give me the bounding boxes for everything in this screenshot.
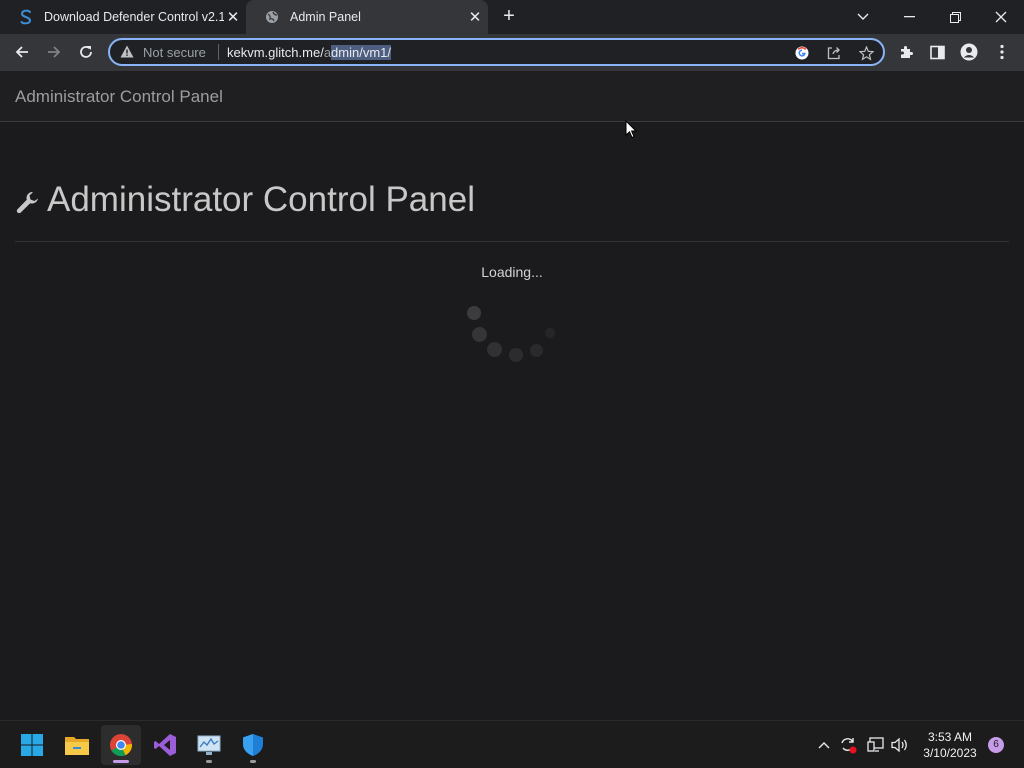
back-button[interactable] — [9, 39, 35, 65]
profile-avatar-icon[interactable] — [956, 39, 982, 65]
sync-alert-icon[interactable] — [838, 735, 858, 755]
minimize-button[interactable] — [886, 0, 932, 34]
forward-button[interactable] — [41, 39, 67, 65]
spinner-dot — [530, 344, 543, 357]
mouse-cursor-icon — [625, 119, 638, 144]
spinner-dot — [467, 306, 481, 320]
visual-studio-icon[interactable] — [145, 725, 185, 765]
active-app-indicator — [113, 760, 129, 763]
not-secure-label[interactable]: Not secure — [143, 45, 206, 60]
clock-date: 3/10/2023 — [923, 746, 977, 760]
spinner-dot — [472, 327, 487, 342]
share-icon[interactable] — [824, 43, 844, 63]
browser-toolbar: Not secure kekvm.glitch.me/admin/vm1/ — [0, 34, 1024, 71]
softpedia-s-icon — [18, 9, 34, 25]
tab-strip: Download Defender Control v2.1 ✕ Admin P… — [0, 0, 1024, 34]
page-header: Administrator Control Panel — [15, 180, 475, 220]
tab-admin-panel[interactable]: Admin Panel ✕ — [246, 0, 488, 34]
spinner-dot — [509, 348, 523, 362]
system-clock[interactable]: 3:53 AM 3/10/2023 — [918, 729, 982, 761]
performance-monitor-icon[interactable] — [189, 725, 229, 765]
close-tab-icon[interactable]: ✕ — [224, 8, 242, 26]
restore-button[interactable] — [932, 0, 978, 34]
site-navbar: Administrator Control Panel — [0, 71, 1024, 122]
windows-security-icon[interactable] — [233, 725, 273, 765]
notification-badge[interactable]: 6 — [988, 737, 1004, 753]
spinner-dot — [487, 342, 502, 357]
tab-title: Admin Panel — [290, 10, 361, 24]
extensions-icon[interactable] — [893, 39, 919, 65]
file-explorer-icon[interactable] — [57, 725, 97, 765]
google-lens-icon[interactable] — [792, 43, 812, 63]
open-app-indicator — [206, 760, 212, 763]
wrench-icon — [15, 189, 41, 215]
omnibox-divider — [218, 44, 219, 60]
header-divider — [15, 241, 1009, 242]
url-path-selected: dmin/vm1/ — [331, 45, 392, 60]
close-window-button[interactable] — [978, 0, 1024, 34]
new-tab-button[interactable]: + — [498, 6, 520, 28]
side-panel-icon[interactable] — [924, 39, 950, 65]
chrome-icon[interactable] — [101, 725, 141, 765]
loading-text: Loading... — [481, 264, 543, 280]
clock-time: 3:53 AM — [927, 730, 973, 744]
warning-icon[interactable] — [120, 45, 134, 63]
volume-icon[interactable] — [890, 735, 910, 755]
loading-spinner — [456, 298, 568, 368]
windows-start-icon[interactable] — [12, 725, 52, 765]
tab-search-icon[interactable] — [840, 0, 886, 34]
globe-icon — [264, 9, 280, 25]
windows-taskbar: 3:53 AM 3/10/2023 6 — [0, 720, 1024, 768]
tab-download-defender-control[interactable]: Download Defender Control v2.1 ✕ — [0, 0, 246, 34]
navbar-brand-link[interactable]: Administrator Control Panel — [15, 87, 223, 107]
chrome-menu-icon[interactable] — [989, 39, 1015, 65]
show-hidden-icons-chevron-icon[interactable] — [814, 735, 834, 755]
tab-title: Download Defender Control v2.1 — [44, 10, 224, 24]
reload-button[interactable] — [73, 39, 99, 65]
spinner-dot — [545, 328, 555, 338]
address-bar[interactable]: Not secure kekvm.glitch.me/admin/vm1/ — [108, 38, 885, 66]
bookmark-star-icon[interactable] — [856, 43, 876, 63]
url-path-unselected: a — [323, 45, 332, 60]
url-text[interactable]: kekvm.glitch.me/admin/vm1/ — [227, 45, 392, 60]
close-tab-icon[interactable]: ✕ — [466, 8, 484, 26]
url-host: kekvm.glitch.me/ — [227, 45, 324, 60]
page-title: Administrator Control Panel — [47, 180, 475, 219]
open-app-indicator — [250, 760, 256, 763]
network-icon[interactable] — [866, 735, 886, 755]
